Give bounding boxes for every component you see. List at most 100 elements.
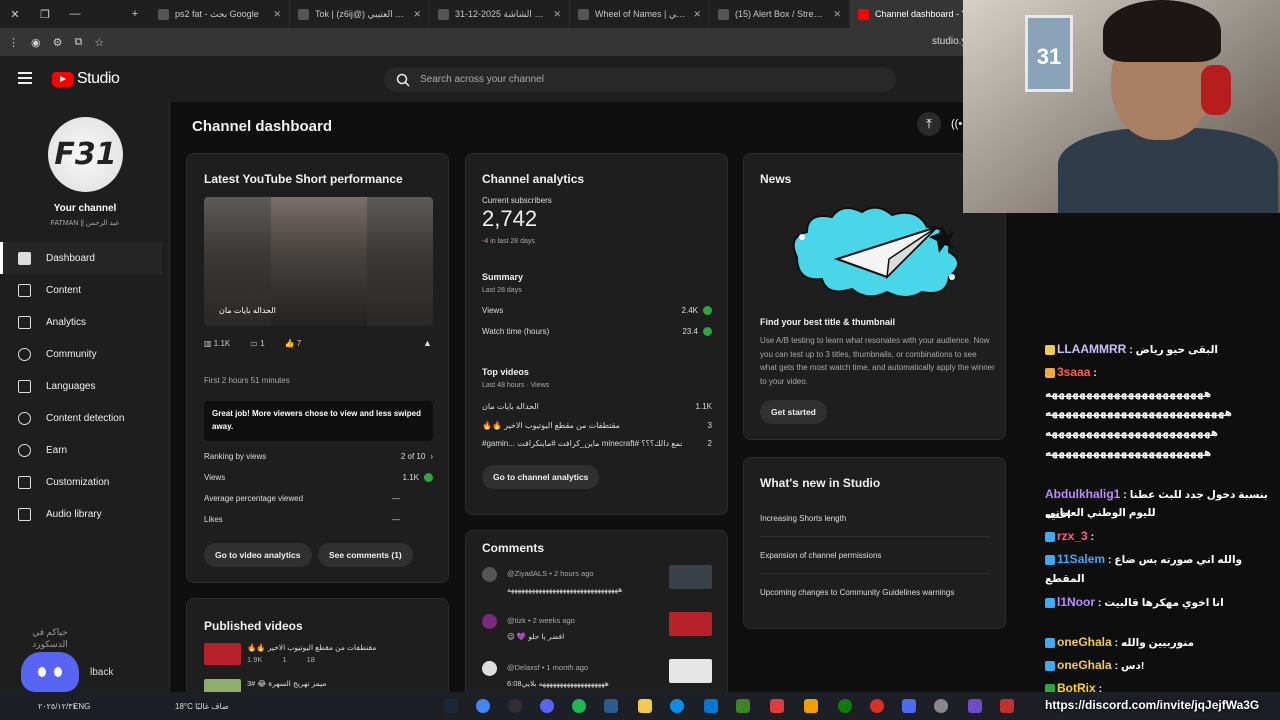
thumbnail-caption: الحداله بايات مان [219,306,276,315]
minecraft-icon[interactable] [736,699,750,713]
chevron-up-icon[interactable]: ▲ [423,338,432,348]
browser-tab[interactable]: 31-12-2025 لقطة الشاشة ✕ [430,0,570,28]
discord-icon[interactable] [540,699,554,713]
steam-icon[interactable] [444,699,458,713]
sidebar-item-audio-library[interactable]: Audio library [0,498,170,530]
browser-tab[interactable]: Tok | (z6ij@) تركي العتيبي ✕ [290,0,430,28]
tab-title: (15) Alert Box / Streamlab [735,9,827,19]
sidebar-item-customization[interactable]: Customization [0,466,170,498]
up-arrow-icon [703,327,712,336]
go-live-icon[interactable]: ((• [951,112,963,136]
whats-new-item[interactable]: Expansion of channel permissions [760,550,990,574]
browser-tab[interactable]: Wheel of Names | عشوائي ✕ [570,0,710,28]
discord-overlay: حياكم في الدسكورد [14,626,86,692]
top-video-row[interactable]: الحداله بايات مان 1.1K [482,402,712,411]
sidebar-item-languages[interactable]: Languages [0,370,170,402]
short-thumbnail[interactable]: الحداله بايات مان [204,197,433,326]
sidebar-item-analytics[interactable]: Analytics [0,306,170,338]
likes-row: Likes — [204,515,400,524]
app-icon[interactable] [804,699,818,713]
app-icon[interactable] [604,699,618,713]
tab-close-icon[interactable]: ✕ [693,9,701,20]
obs-icon[interactable] [508,699,522,713]
edge-icon[interactable] [670,699,684,713]
see-comments-button[interactable]: See comments (1) [318,543,413,567]
tab-title: Tok | (z6ij@) تركي العتيبي [315,8,408,19]
hamburger-menu-icon[interactable] [18,72,32,84]
app-icon[interactable] [870,699,884,713]
published-video-row[interactable]: 🔥🔥 مقتطفات من مقطع اليوتيوب الاخير 1.9K 1… [204,643,433,667]
comments-card: Comments @ZiyadALS • 2 hours ago ههههههه… [465,530,728,700]
tab-close-icon[interactable]: ✕ [553,9,561,20]
more-options-icon[interactable]: ⋮ [8,36,19,49]
file-explorer-icon[interactable] [638,699,652,713]
site-settings-icon[interactable]: ⚙ [53,36,63,49]
language-indicator[interactable]: ENG [73,702,90,711]
page-title: Channel dashboard [192,118,333,135]
up-arrow-icon [703,306,712,315]
app-icon[interactable] [1000,699,1014,713]
app-icon[interactable] [770,699,784,713]
sidebar-item-community[interactable]: Community [0,338,170,370]
whats-new-item[interactable]: Increasing Shorts length [760,513,990,537]
channel-avatar[interactable]: F31 [48,117,123,192]
headset-icon [1201,65,1231,115]
sidebar-item-label: Audio library [46,508,102,520]
top-videos-heading: Top videos [482,367,529,377]
app-icon[interactable] [902,699,916,713]
chat-message: ههههههههههههههههههههههههه [1045,427,1219,439]
sidebar-item-content[interactable]: Content [0,274,170,306]
tab-close-icon[interactable]: ✕ [833,9,841,20]
xbox-icon[interactable] [838,699,852,713]
profile-icon[interactable]: ◉ [31,36,41,49]
summary-heading: Summary [482,272,524,282]
tab-close-icon[interactable]: ✕ [413,9,421,20]
browser-tab[interactable]: ps2 fat - بحث Google ✕ [150,0,290,28]
comment-item[interactable]: @ZiyadALS • 2 hours ago هههههههههههههههه… [482,565,712,603]
upload-icon[interactable]: ⤒ [917,112,941,136]
search-bar[interactable] [384,67,896,92]
spotify-icon[interactable] [572,699,586,713]
url-text[interactable]: studio.y [932,36,966,47]
comment-text: 6:08هههههههههههههههههههه بلايي [507,679,609,688]
ranking-row: Ranking by views 2 of 10 › [204,452,433,461]
extensions-icon[interactable]: ⧉ [74,36,82,49]
sidebar-item-earn[interactable]: Earn [0,434,170,466]
top-video-row[interactable]: 🔥🔥 مقتطفات من مقطع اليوتيوب الاخير 3 [482,421,712,430]
tab-favicon-icon [578,8,589,20]
bookmark-star-icon[interactable]: ☆ [94,36,104,49]
browser-tab[interactable]: (15) Alert Box / Streamlab ✕ [710,0,850,28]
new-tab-icon[interactable]: + [120,0,150,28]
avg-viewed-row: Average percentage viewed — [204,494,400,503]
badge-icon [1045,638,1055,649]
weather-widget[interactable]: 18°C صاف غالبًا [175,702,229,711]
go-to-channel-analytics-button[interactable]: Go to channel analytics [482,465,600,489]
news-title: Find your best title & thumbnail [760,317,895,327]
feedback-link[interactable]: lback [90,667,113,678]
go-to-video-analytics-button[interactable]: Go to video analytics [204,543,312,567]
search-icon [396,73,410,87]
close-window-icon[interactable]: ✕ [0,0,30,28]
time-window-label: First 2 hours 51 minutes [204,376,290,385]
video-title: 3# 😂 ميمز تهريج السهرة [247,679,327,688]
chat-message: 3saaa : [1045,362,1277,383]
comment-item[interactable]: @tizk • 2 weeks ago 😉 💜 افضر يا حلو [482,612,712,650]
get-started-button[interactable]: Get started [760,400,827,424]
top-video-row[interactable]: #gamin... ماين_كرافت #ماينكرافت minecraf… [482,439,712,448]
sidebar-item-content-detection[interactable]: Content detection [0,402,170,434]
search-input[interactable] [420,74,840,85]
app-icon[interactable] [968,699,982,713]
tab-close-icon[interactable]: ✕ [273,9,281,20]
comment-meta: @Delaxsf • 1 month ago [507,663,589,672]
discord-overlay-text: حياكم في الدسكورد [32,627,68,649]
chrome-icon[interactable] [476,699,490,713]
minimize-window-icon[interactable]: — [60,0,90,28]
whats-new-item[interactable]: Upcoming changes to Community Guidelines… [760,587,990,610]
vscode-icon[interactable] [704,699,718,713]
whats-new-card: What's new in Studio Increasing Shorts l… [743,457,1006,629]
restore-window-icon[interactable]: ❐ [30,0,60,28]
studio-logo[interactable]: Studio [52,70,120,88]
settings-icon[interactable] [934,699,948,713]
sidebar-item-dashboard[interactable]: Dashboard [0,242,162,274]
card-heading: Comments [482,541,545,555]
